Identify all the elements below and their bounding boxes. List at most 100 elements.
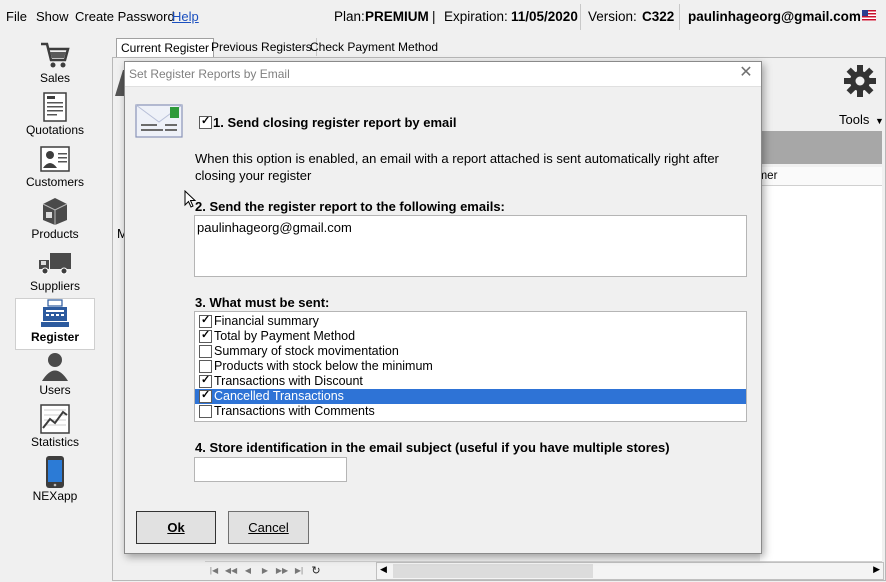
list-item[interactable]: Transactions with Comments bbox=[195, 404, 746, 419]
report-contents-list[interactable]: ✓ Financial summary ✓ Total by Payment M… bbox=[194, 311, 747, 422]
gear-icon[interactable] bbox=[843, 64, 877, 98]
sidebar-item-label: Products bbox=[31, 227, 79, 241]
first-record-icon[interactable]: |◀ bbox=[207, 564, 221, 578]
cancel-button-label: Cancel bbox=[248, 520, 289, 535]
checkmark-icon: ✓ bbox=[201, 329, 211, 341]
delivery-truck-icon bbox=[39, 253, 71, 275]
email-recipients-field[interactable]: paulinhageorg@gmail.com bbox=[194, 215, 747, 277]
option-checkbox[interactable]: ✓ bbox=[199, 374, 212, 388]
register-grid bbox=[760, 186, 882, 561]
status-divider: | bbox=[432, 9, 436, 24]
user-email: paulinhageorg@gmail.com bbox=[688, 9, 861, 24]
tab-previous-registers[interactable]: Previous Registers bbox=[207, 38, 317, 56]
option-label: Products with stock below the minimum bbox=[214, 359, 433, 373]
close-icon[interactable]: ✕ bbox=[739, 65, 753, 81]
sidebar: Sales Quotations Customers Products Supp… bbox=[0, 34, 110, 582]
option-checkbox[interactable] bbox=[199, 360, 212, 373]
version-value: C322 bbox=[642, 9, 675, 24]
cancel-button[interactable]: Cancel bbox=[228, 511, 309, 544]
scroll-right-icon[interactable]: ▶ bbox=[873, 564, 880, 575]
list-item[interactable]: ✓ Financial summary bbox=[195, 314, 746, 329]
sidebar-item-statistics[interactable]: Statistics bbox=[14, 404, 96, 454]
sidebar-item-nexapp[interactable]: NEXapp bbox=[14, 456, 96, 506]
user-icon bbox=[42, 353, 68, 381]
previous-record-icon[interactable]: ◀ bbox=[241, 564, 255, 578]
smartphone-icon bbox=[46, 456, 64, 488]
list-item[interactable]: ✓ Total by Payment Method bbox=[195, 329, 746, 344]
sidebar-item-label: Register bbox=[30, 330, 80, 344]
option-checkbox[interactable]: ✓ bbox=[199, 314, 212, 328]
sidebar-item-label: Quotations bbox=[25, 123, 85, 137]
tab-check-payment-method[interactable]: Check Payment Method bbox=[306, 38, 442, 56]
option-checkbox[interactable] bbox=[199, 405, 212, 418]
sidebar-item-label: Users bbox=[39, 383, 71, 397]
customer-column-header[interactable]: tomer bbox=[748, 167, 882, 186]
option-checkbox[interactable]: ✓ bbox=[199, 329, 212, 343]
ok-button-label: Ok bbox=[167, 520, 185, 535]
store-identification-field[interactable] bbox=[194, 457, 347, 482]
plan-label: Plan: bbox=[334, 9, 365, 24]
option-label: Summary of stock movimentation bbox=[214, 344, 399, 358]
sidebar-item-quotations[interactable]: Quotations bbox=[14, 92, 96, 142]
send-report-checkbox[interactable]: ✓ bbox=[199, 115, 212, 129]
section-1-description: When this option is enabled, an email wi… bbox=[195, 151, 719, 183]
refresh-icon[interactable]: ↻ bbox=[309, 564, 323, 578]
option-label: Transactions with Discount bbox=[214, 374, 363, 388]
next-record-icon[interactable]: ▶ bbox=[258, 564, 272, 578]
checkmark-icon: ✓ bbox=[201, 314, 211, 326]
menu-help[interactable]: Help bbox=[172, 9, 199, 24]
sidebar-item-products[interactable]: Products bbox=[14, 196, 96, 246]
list-item[interactable]: Products with stock below the minimum bbox=[195, 359, 746, 374]
checkmark-icon: ✓ bbox=[201, 374, 211, 386]
sidebar-item-register[interactable]: Register bbox=[15, 298, 95, 350]
cash-register-icon bbox=[41, 299, 69, 327]
option-checkbox[interactable] bbox=[199, 345, 212, 358]
option-label: Total by Payment Method bbox=[214, 329, 356, 343]
tab-current-register[interactable]: Current Register bbox=[116, 38, 215, 57]
horizontal-scrollbar[interactable]: ◀ ▶ bbox=[376, 562, 884, 580]
scrollbar-thumb[interactable] bbox=[393, 564, 593, 578]
scroll-left-icon[interactable]: ◀ bbox=[380, 564, 387, 575]
checkmark-icon: ✓ bbox=[201, 389, 211, 401]
sidebar-item-customers[interactable]: Customers bbox=[14, 144, 96, 194]
sidebar-item-label: NEXapp bbox=[32, 489, 78, 503]
sidebar-item-label: Suppliers bbox=[29, 279, 81, 293]
customer-card-icon bbox=[40, 146, 70, 172]
list-item[interactable]: ✓ Transactions with Discount bbox=[195, 374, 746, 389]
option-label: Cancelled Transactions bbox=[214, 389, 344, 403]
chevron-down-icon: ▼ bbox=[874, 116, 884, 126]
tools-menu[interactable]: Tools ▼ bbox=[839, 112, 884, 127]
us-flag-icon[interactable] bbox=[862, 10, 876, 21]
email-report-dialog: Set Register Reports by Email ✕ ✓ 1. Sen… bbox=[124, 61, 762, 554]
mouse-cursor-icon bbox=[184, 190, 197, 208]
section-2-label: 2. Send the register report to the follo… bbox=[195, 199, 505, 214]
tools-label: Tools bbox=[839, 112, 870, 127]
sidebar-item-sales[interactable]: Sales bbox=[14, 40, 96, 90]
sidebar-item-label: Sales bbox=[39, 71, 71, 85]
product-box-icon bbox=[42, 198, 68, 225]
list-item-selected[interactable]: ✓ Cancelled Transactions bbox=[195, 389, 746, 404]
statistics-chart-icon bbox=[40, 404, 70, 434]
menu-file[interactable]: File bbox=[6, 9, 27, 24]
sidebar-item-users[interactable]: Users bbox=[14, 352, 96, 402]
menu-create-password[interactable]: Create Password bbox=[75, 9, 175, 24]
dialog-title: Set Register Reports by Email bbox=[129, 67, 290, 81]
shopping-cart-icon bbox=[41, 42, 70, 68]
option-checkbox[interactable]: ✓ bbox=[199, 389, 212, 403]
menu-show[interactable]: Show bbox=[36, 9, 69, 24]
sidebar-item-suppliers[interactable]: Suppliers bbox=[14, 248, 96, 298]
previous-page-icon[interactable]: ◀◀ bbox=[224, 564, 238, 578]
section-4-label: 4. Store identification in the email sub… bbox=[195, 440, 670, 455]
email-envelope-icon bbox=[135, 104, 183, 138]
menu-bar: File Show Create Password Help Plan: PRE… bbox=[0, 0, 886, 34]
next-page-icon[interactable]: ▶▶ bbox=[275, 564, 289, 578]
option-label: Financial summary bbox=[214, 314, 319, 328]
sidebar-item-label: Customers bbox=[25, 175, 84, 189]
list-item[interactable]: Summary of stock movimentation bbox=[195, 344, 746, 359]
email-recipients-value: paulinhageorg@gmail.com bbox=[197, 220, 352, 235]
version-label: Version: bbox=[588, 9, 637, 24]
last-record-icon[interactable]: ▶| bbox=[292, 564, 306, 578]
ok-button[interactable]: Ok bbox=[136, 511, 216, 544]
option-label: Transactions with Comments bbox=[214, 404, 375, 418]
dialog-title-bar: Set Register Reports by Email ✕ bbox=[125, 62, 761, 87]
